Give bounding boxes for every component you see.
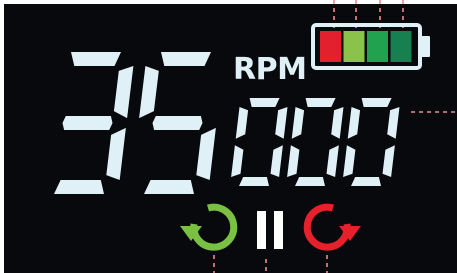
battery-cell-2 <box>343 31 365 62</box>
segment-d <box>239 177 269 186</box>
motor-display: RPM <box>4 0 457 273</box>
segment-d <box>54 180 104 194</box>
segment-a <box>161 52 211 66</box>
battery-terminal <box>421 36 430 57</box>
battery-cell-3 <box>367 31 388 62</box>
battery-cell-4 <box>390 31 412 62</box>
battery-cell-1 <box>320 31 341 62</box>
segment-a <box>305 98 336 107</box>
segment-a <box>71 52 121 66</box>
segment-d <box>351 177 381 186</box>
segment-a <box>361 98 392 107</box>
segment-g <box>62 116 113 130</box>
segment-g <box>152 116 203 130</box>
segment-d <box>144 180 194 194</box>
segment-a <box>249 98 280 107</box>
segment-d <box>295 177 325 186</box>
rpm-unit-label: RPM <box>233 52 306 87</box>
